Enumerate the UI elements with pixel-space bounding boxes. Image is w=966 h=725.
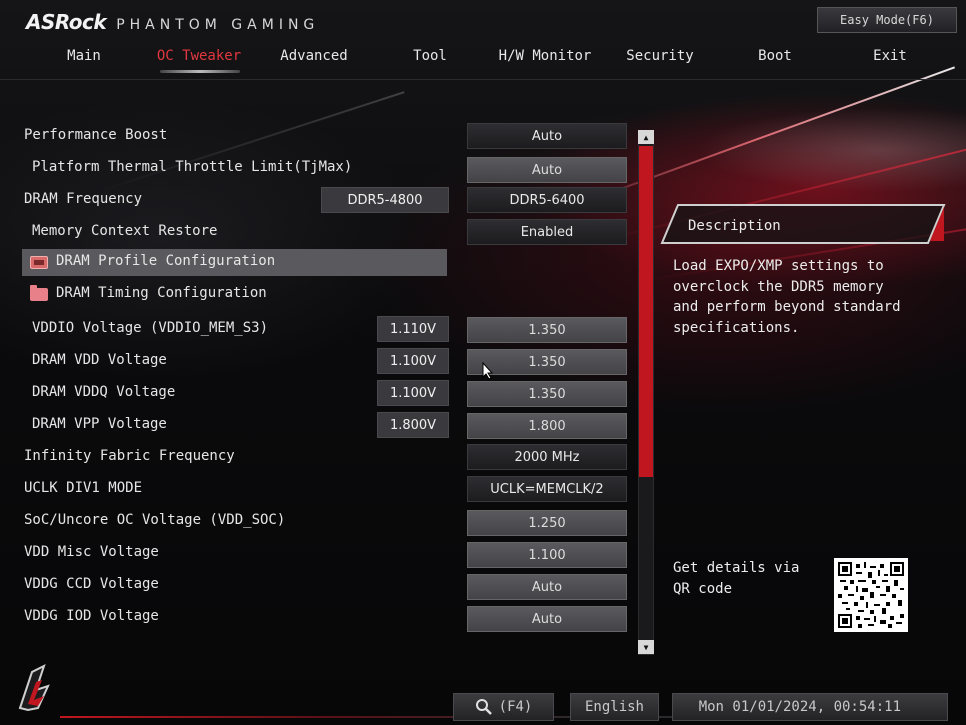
search-icon — [475, 698, 493, 716]
dram-vpp-voltage-value[interactable]: 1.800 — [467, 413, 627, 439]
thermal-throttle-label[interactable]: Platform Thermal Throttle Limit(TjMax) — [32, 159, 352, 175]
memory-context-restore-label[interactable]: Memory Context Restore — [32, 223, 217, 239]
performance-boost-label[interactable]: Performance Boost — [24, 127, 167, 143]
infinity-fabric-freq-label[interactable]: Infinity Fabric Frequency — [24, 448, 235, 464]
vddio-voltage-current: 1.110V — [377, 316, 449, 342]
scrollbar-thumb[interactable] — [639, 146, 653, 477]
soc-uncore-voltage-label[interactable]: SoC/Uncore OC Voltage (VDD_SOC) — [24, 512, 285, 528]
vdd-misc-voltage-value[interactable]: 1.100 — [467, 542, 627, 568]
qr-caption: Get details via QR code — [673, 560, 800, 597]
brand-subtitle: PHANTOM GAMING — [116, 17, 320, 33]
profile-folder-icon — [30, 256, 48, 269]
scroll-up-icon[interactable]: ▲ — [638, 130, 654, 144]
mouse-cursor-icon — [482, 361, 494, 380]
tab-tool[interactable]: Tool — [413, 48, 447, 64]
phantom-gaming-logo-icon — [14, 664, 56, 714]
qr-code — [834, 558, 908, 632]
brand-logo: ASRock PHANTOM GAMING — [26, 10, 319, 34]
performance-boost-value[interactable]: Auto — [467, 123, 627, 149]
vddio-voltage-value[interactable]: 1.350 — [467, 317, 627, 343]
uclk-div1-mode-value[interactable]: UCLK=MEMCLK/2 — [467, 476, 627, 502]
tab-exit[interactable]: Exit — [873, 48, 907, 64]
vddg-iod-voltage-value[interactable]: Auto — [467, 606, 627, 632]
uclk-div1-mode-label[interactable]: UCLK DIV1 MODE — [24, 480, 142, 496]
vddg-iod-voltage-label[interactable]: VDDG IOD Voltage — [24, 608, 159, 624]
tab-boot[interactable]: Boot — [758, 48, 792, 64]
vddio-voltage-label[interactable]: VDDIO Voltage (VDDIO_MEM_S3) — [32, 320, 268, 336]
tab-oc-tweaker[interactable]: OC Tweaker — [157, 48, 241, 64]
language-button[interactable]: English — [570, 693, 659, 721]
dram-frequency-value[interactable]: DDR5-6400 — [467, 187, 627, 213]
soc-uncore-voltage-value[interactable]: 1.250 — [467, 510, 627, 536]
brand-name: ASRock — [26, 10, 107, 34]
infinity-fabric-freq-value[interactable]: 2000 MHz — [467, 444, 627, 470]
dram-vddq-voltage-current: 1.100V — [377, 380, 449, 406]
dram-profile-config-label[interactable]: DRAM Profile Configuration — [56, 253, 275, 269]
vdd-misc-voltage-label[interactable]: VDD Misc Voltage — [24, 544, 159, 560]
tab-security[interactable]: Security — [626, 48, 693, 64]
dram-vdd-voltage-label[interactable]: DRAM VDD Voltage — [32, 352, 167, 368]
easy-mode-button[interactable]: Easy Mode(F6) — [817, 7, 957, 33]
dram-vpp-voltage-label[interactable]: DRAM VPP Voltage — [32, 416, 167, 432]
description-title: Description — [688, 218, 781, 234]
tab-hw-monitor[interactable]: H/W Monitor — [499, 48, 592, 64]
search-button[interactable]: (F4) — [453, 693, 554, 721]
thermal-throttle-value[interactable]: Auto — [467, 157, 627, 183]
datetime-display: Mon 01/01/2024, 00:54:11 — [672, 693, 948, 721]
dram-vddq-voltage-label[interactable]: DRAM VDDQ Voltage — [32, 384, 175, 400]
folder-icon — [30, 285, 48, 301]
dram-vpp-voltage-current: 1.800V — [377, 412, 449, 438]
vddg-ccd-voltage-label[interactable]: VDDG CCD Voltage — [24, 576, 159, 592]
header-divider — [0, 79, 966, 80]
active-tab-indicator — [160, 70, 240, 73]
description-text: Load EXPO/XMP settings to overclock the … — [673, 258, 901, 336]
search-key-label: (F4) — [498, 699, 533, 715]
dram-timing-config-label[interactable]: DRAM Timing Configuration — [56, 285, 267, 301]
memory-context-restore-value[interactable]: Enabled — [467, 219, 627, 245]
dram-frequency-label[interactable]: DRAM Frequency — [24, 191, 142, 207]
dram-vdd-voltage-current: 1.100V — [377, 348, 449, 374]
vddg-ccd-voltage-value[interactable]: Auto — [467, 574, 627, 600]
dram-frequency-current: DDR5-4800 — [321, 187, 449, 213]
tab-advanced[interactable]: Advanced — [280, 48, 347, 64]
scroll-down-icon[interactable]: ▼ — [638, 640, 654, 654]
main-tabs: Main OC Tweaker Advanced Tool H/W Monito… — [0, 44, 966, 78]
dram-vddq-voltage-value[interactable]: 1.350 — [467, 381, 627, 407]
tab-main[interactable]: Main — [67, 48, 101, 64]
